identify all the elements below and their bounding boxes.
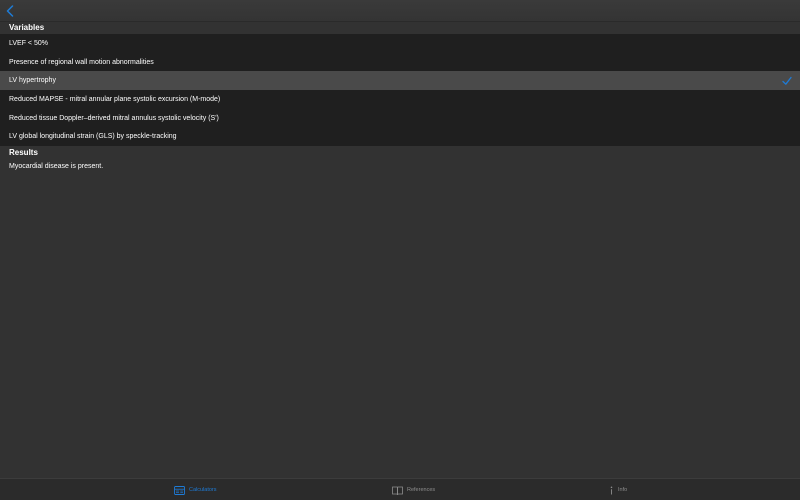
tab-info[interactable]: Info bbox=[609, 479, 627, 500]
variable-label: LV hypertrophy bbox=[9, 77, 56, 85]
variable-label: Reduced MAPSE - mitral annular plane sys… bbox=[9, 95, 221, 103]
tab-label: Info bbox=[618, 487, 628, 493]
variables-list: LVEF < 50% Presence of regional wall mot… bbox=[0, 34, 800, 147]
tab-label: Calculators bbox=[189, 487, 217, 493]
calculator-icon bbox=[174, 485, 185, 495]
variables-header: Variables bbox=[9, 23, 45, 32]
variable-row-lv-hypertrophy[interactable]: LV hypertrophy bbox=[0, 71, 800, 91]
result-text: Myocardial disease is present. bbox=[9, 163, 104, 170]
navigation-bar bbox=[0, 0, 800, 22]
back-button[interactable] bbox=[3, 3, 17, 19]
variable-row-tissue-doppler[interactable]: Reduced tissue Doppler–derived mitral an… bbox=[0, 108, 800, 128]
results-header: Results bbox=[9, 148, 38, 157]
tab-bar: Calculators References Info bbox=[0, 478, 800, 500]
variable-row-lvef[interactable]: LVEF < 50% bbox=[0, 34, 800, 53]
variable-row-wall-motion[interactable]: Presence of regional wall motion abnorma… bbox=[0, 52, 800, 72]
variable-label: LVEF < 50% bbox=[9, 39, 48, 47]
variable-row-mapse[interactable]: Reduced MAPSE - mitral annular plane sys… bbox=[0, 90, 800, 109]
variable-label: Presence of regional wall motion abnorma… bbox=[9, 58, 154, 66]
chevron-left-icon bbox=[6, 5, 14, 17]
variable-label: LV global longitudinal strain (GLS) by s… bbox=[9, 133, 177, 141]
tab-calculators[interactable]: Calculators bbox=[174, 479, 217, 500]
variable-row-gls[interactable]: LV global longitudinal strain (GLS) by s… bbox=[0, 127, 800, 147]
info-icon bbox=[610, 486, 613, 494]
variable-label: Reduced tissue Doppler–derived mitral an… bbox=[9, 114, 219, 122]
tab-label: References bbox=[407, 487, 436, 493]
book-icon bbox=[392, 486, 403, 495]
tab-references[interactable]: References bbox=[392, 479, 435, 500]
checkmark-icon bbox=[782, 76, 792, 85]
